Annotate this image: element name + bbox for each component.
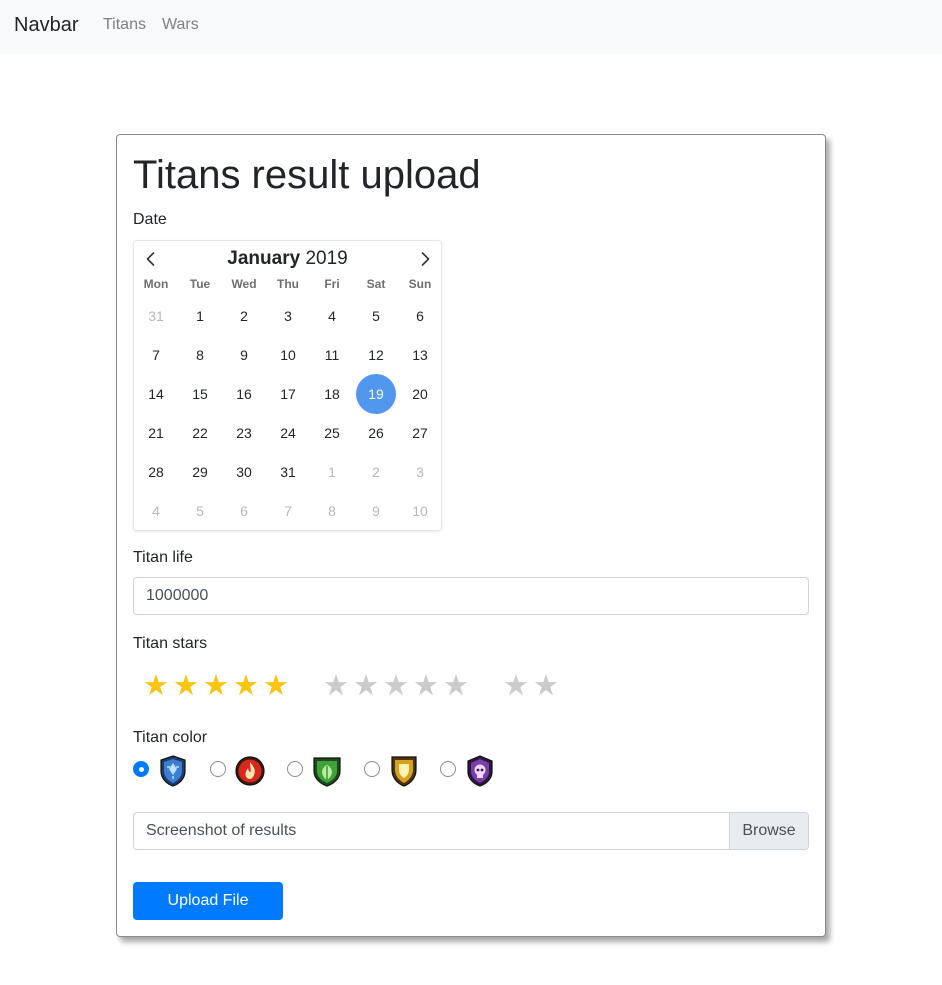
weekday-wed: Wed <box>231 277 257 291</box>
star-empty-icon[interactable]: ★ <box>413 667 439 703</box>
calendar-day[interactable]: 26 <box>356 413 396 453</box>
calendar-day[interactable]: 9 <box>224 335 264 375</box>
file-upload-field[interactable]: Screenshot of results Browse <box>133 812 809 850</box>
calendar-day-outside[interactable]: 10 <box>400 491 440 531</box>
color-radio-5[interactable] <box>440 761 456 777</box>
color-radio-3[interactable] <box>287 761 303 777</box>
star-empty-icon[interactable]: ★ <box>443 667 469 703</box>
calendar-day-outside[interactable]: 4 <box>136 491 176 531</box>
star-empty-icon[interactable]: ★ <box>503 667 529 703</box>
calendar-weekdays: Mon Tue Wed Thu Fri Sat Sun <box>134 277 441 291</box>
calendar-day[interactable]: 19 <box>356 374 396 414</box>
star-empty-icon[interactable]: ★ <box>353 667 379 703</box>
calendar-day[interactable]: 30 <box>224 452 264 492</box>
nav-link-wars[interactable]: Wars <box>162 16 199 34</box>
star-filled-icon[interactable]: ★ <box>203 667 229 703</box>
calendar-day[interactable]: 24 <box>268 413 308 453</box>
next-month-icon[interactable] <box>416 250 434 268</box>
calendar-day[interactable]: 7 <box>136 335 176 375</box>
calendar-month: January <box>227 248 301 269</box>
calendar-year: 2019 <box>305 248 348 269</box>
calendar-day[interactable]: 17 <box>268 374 308 414</box>
calendar-day-outside[interactable]: 6 <box>224 491 264 531</box>
calendar-day[interactable]: 31 <box>268 452 308 492</box>
file-input-label: Screenshot of results <box>146 822 297 839</box>
page-title: Titans result upload <box>133 153 481 197</box>
date-picker: January 2019 Mon Tue Wed Thu Fri Sat Sun 31 1 2 3… <box>133 240 442 531</box>
titan-life-label: Titan life <box>133 549 193 566</box>
calendar-day-outside[interactable]: 9 <box>356 491 396 531</box>
calendar-day[interactable]: 29 <box>180 452 220 492</box>
calendar-day-outside[interactable]: 1 <box>312 452 352 492</box>
navbar-brand[interactable]: Navbar <box>14 14 78 37</box>
star-empty-icon[interactable]: ★ <box>323 667 349 703</box>
calendar-day-outside[interactable]: 7 <box>268 491 308 531</box>
fire-emblem-icon <box>235 754 265 788</box>
nature-shield-icon <box>312 754 342 788</box>
color-radio-4[interactable] <box>364 761 380 777</box>
skull-shield-icon <box>465 754 495 788</box>
weekday-thu: Thu <box>277 277 299 291</box>
calendar-day[interactable]: 13 <box>400 335 440 375</box>
date-label: Date <box>133 211 167 228</box>
color-radio-1[interactable] <box>133 761 149 777</box>
calendar-day[interactable]: 16 <box>224 374 264 414</box>
calendar-day-outside[interactable]: 3 <box>400 452 440 492</box>
calendar-day[interactable]: 21 <box>136 413 176 453</box>
calendar-day[interactable]: 10 <box>268 335 308 375</box>
calendar-day[interactable]: 15 <box>180 374 220 414</box>
calendar-day[interactable]: 28 <box>136 452 176 492</box>
calendar-day[interactable]: 18 <box>312 374 352 414</box>
titan-color-label: Titan color <box>133 729 208 746</box>
calendar-day[interactable]: 25 <box>312 413 352 453</box>
star-rating: ★ ★ ★ ★ ★ ★ ★ ★ ★ ★ ★ ★ <box>117 667 825 703</box>
browse-button[interactable]: Browse <box>729 813 808 849</box>
calendar-day[interactable]: 3 <box>268 296 308 336</box>
star-filled-icon[interactable]: ★ <box>263 667 289 703</box>
nav-link-titans[interactable]: Titans <box>103 16 146 34</box>
calendar-day[interactable]: 27 <box>400 413 440 453</box>
calendar-day-outside[interactable]: 5 <box>180 491 220 531</box>
calendar-day-outside[interactable]: 8 <box>312 491 352 531</box>
star-filled-icon[interactable]: ★ <box>173 667 199 703</box>
weekday-fri: Fri <box>324 277 340 291</box>
calendar-day[interactable]: 14 <box>136 374 176 414</box>
upload-card: Titans result upload Date January 2019 M… <box>116 134 826 937</box>
calendar-day[interactable]: 6 <box>400 296 440 336</box>
star-empty-icon[interactable]: ★ <box>533 667 559 703</box>
calendar-day[interactable]: 12 <box>356 335 396 375</box>
color-radio-2[interactable] <box>210 761 226 777</box>
calendar-day[interactable]: 8 <box>180 335 220 375</box>
calendar-day[interactable]: 22 <box>180 413 220 453</box>
water-shield-icon <box>158 754 188 788</box>
calendar-day-outside[interactable]: 2 <box>356 452 396 492</box>
upload-file-button[interactable]: Upload File <box>133 882 283 920</box>
calendar-day[interactable]: 2 <box>224 296 264 336</box>
calendar-day[interactable]: 5 <box>356 296 396 336</box>
calendar-day[interactable]: 23 <box>224 413 264 453</box>
calendar-day[interactable]: 1 <box>180 296 220 336</box>
star-empty-icon[interactable]: ★ <box>383 667 409 703</box>
titan-stars-label: Titan stars <box>133 635 208 652</box>
weekday-sat: Sat <box>366 277 386 291</box>
navbar: Navbar Titans Wars <box>0 0 942 54</box>
gold-shield-icon <box>389 754 419 788</box>
calendar-day[interactable]: 20 <box>400 374 440 414</box>
star-filled-icon[interactable]: ★ <box>233 667 259 703</box>
star-filled-icon[interactable]: ★ <box>143 667 169 703</box>
calendar-month-year: January 2019 <box>134 247 441 271</box>
weekday-tue: Tue <box>189 277 211 291</box>
titan-life-input[interactable] <box>133 577 809 615</box>
weekday-sun: Sun <box>408 277 432 291</box>
weekday-mon: Mon <box>143 277 169 291</box>
calendar-day[interactable]: 4 <box>312 296 352 336</box>
calendar-day[interactable]: 11 <box>312 335 352 375</box>
calendar-day-outside[interactable]: 31 <box>136 296 176 336</box>
